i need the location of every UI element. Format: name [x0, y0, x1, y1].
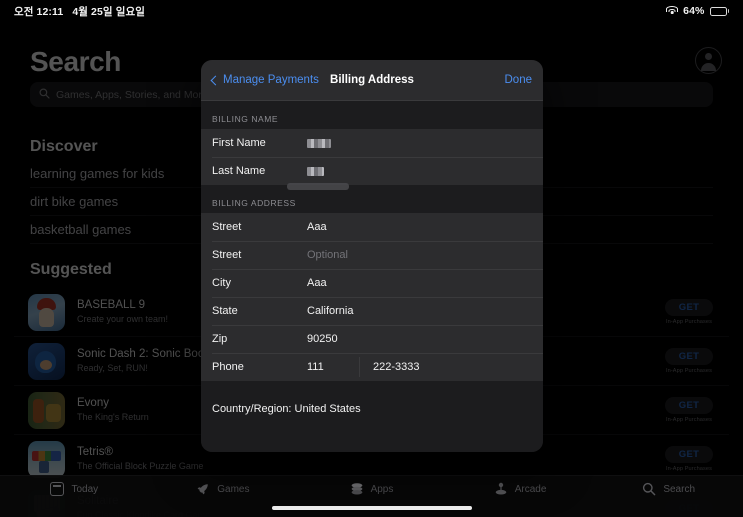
last-name-field-redacted[interactable] [307, 166, 324, 176]
state-value[interactable]: California [307, 305, 353, 317]
tab-label: Arcade [514, 483, 547, 495]
status-bar-right: 64% [666, 5, 729, 17]
app-icon [28, 342, 65, 380]
get-cell: GET In-App Purchases [657, 299, 721, 325]
suggested-heading: Suggested [30, 261, 112, 278]
phone-label: Phone [212, 361, 244, 373]
tab-today[interactable]: Today [0, 482, 149, 496]
app-icon [28, 440, 65, 478]
apps-stack-icon [350, 482, 364, 496]
street-1-value[interactable]: Aaa [307, 221, 327, 233]
discover-item-label: learning games for kids [30, 166, 165, 181]
phone-row[interactable]: Phone 111 222-3333 [201, 353, 543, 381]
discover-heading: Discover [30, 138, 98, 155]
chevron-left-icon [210, 75, 221, 85]
in-app-purchases-label: In-App Purchases [665, 318, 713, 325]
tab-label: Today [71, 483, 99, 495]
state-label: State [212, 305, 238, 317]
state-row[interactable]: State California [201, 297, 543, 325]
billing-name-heading: BILLING NAME [201, 101, 543, 129]
get-cell: GET In-App Purchases [657, 348, 721, 374]
in-app-purchases-label: In-App Purchases [665, 465, 713, 472]
divider [359, 357, 360, 377]
page-title: Search [30, 46, 121, 77]
city-value[interactable]: Aaa [307, 277, 327, 289]
zip-row[interactable]: Zip 90250 [201, 325, 543, 353]
battery-icon [709, 6, 729, 16]
street-2-placeholder[interactable]: Optional [307, 249, 348, 261]
phone-country-code[interactable]: 111 [307, 361, 359, 373]
first-name-row[interactable]: First Name [201, 129, 543, 157]
back-button-label: Manage Payments [223, 74, 319, 86]
search-placeholder: Games, Apps, Stories, and More [56, 88, 208, 101]
home-indicator[interactable] [271, 506, 472, 510]
tab-label: Search [663, 483, 696, 495]
get-button[interactable]: GET [665, 348, 713, 366]
status-date: 4월 25일 일요일 [72, 5, 145, 18]
zip-value[interactable]: 90250 [307, 333, 338, 345]
status-bar: 오전 12:11 4월 25일 일요일 64% [0, 0, 743, 22]
get-button[interactable]: GET [665, 446, 713, 464]
today-icon [50, 482, 65, 496]
country-region-row[interactable]: Country/Region: United States [201, 388, 543, 430]
status-bar-left: 오전 12:11 4월 25일 일요일 [14, 4, 145, 19]
modal-header: Manage Payments Billing Address Done [201, 60, 543, 101]
get-cell: GET In-App Purchases [657, 397, 721, 423]
street-2-row[interactable]: Street Optional [201, 241, 543, 269]
get-button[interactable]: GET [665, 299, 713, 317]
tab-search[interactable]: Search [594, 482, 743, 496]
text-selection-handle[interactable] [287, 183, 349, 190]
discover-item-label: basketball games [30, 222, 132, 237]
games-rocket-icon [196, 482, 210, 496]
back-button[interactable]: Manage Payments [210, 74, 319, 86]
country-region-label: Country/Region: United States [212, 403, 361, 415]
tab-arcade[interactable]: Arcade [446, 482, 595, 496]
app-icon [28, 391, 65, 429]
modal-body: BILLING NAME First Name Last Name BILLIN… [201, 101, 543, 452]
discover-item-label: dirt bike games [30, 194, 119, 209]
billing-address-heading: BILLING ADDRESS [201, 185, 543, 213]
billing-address-modal: Manage Payments Billing Address Done BIL… [201, 60, 543, 452]
get-cell: GET In-App Purchases [657, 446, 721, 472]
zip-label: Zip [212, 333, 228, 345]
done-button[interactable]: Done [505, 74, 533, 86]
phone-number[interactable]: 222-3333 [373, 361, 420, 373]
search-icon [39, 86, 50, 104]
last-name-row[interactable]: Last Name [201, 157, 543, 190]
in-app-purchases-label: In-App Purchases [665, 367, 713, 374]
get-button[interactable]: GET [665, 397, 713, 415]
tab-games[interactable]: Games [149, 482, 298, 496]
phone-fields: 111 222-3333 [307, 357, 420, 377]
spacer [201, 381, 543, 388]
wifi-icon [666, 6, 679, 16]
status-time: 오전 12:11 [14, 5, 64, 18]
arcade-joystick-icon [494, 482, 508, 496]
search-icon [642, 482, 656, 496]
app-subtitle: The Official Block Puzzle Game [77, 460, 204, 471]
city-label: City [212, 277, 231, 289]
tab-label: Apps [370, 483, 394, 495]
app-icon [28, 293, 65, 331]
tab-label: Games [217, 483, 250, 495]
street-1-row[interactable]: Street Aaa [201, 213, 543, 241]
account-avatar-icon[interactable] [695, 47, 722, 74]
tab-apps[interactable]: Apps [297, 482, 446, 496]
battery-percent: 64% [683, 5, 705, 17]
city-row[interactable]: City Aaa [201, 269, 543, 297]
first-name-field-redacted[interactable] [307, 138, 331, 148]
last-name-label: Last Name [212, 165, 266, 177]
tab-bar: Today Games Apps Arcade Search [0, 475, 743, 517]
street-2-label: Street [212, 249, 242, 261]
street-1-label: Street [212, 221, 242, 233]
in-app-purchases-label: In-App Purchases [665, 416, 713, 423]
first-name-label: First Name [212, 137, 266, 149]
